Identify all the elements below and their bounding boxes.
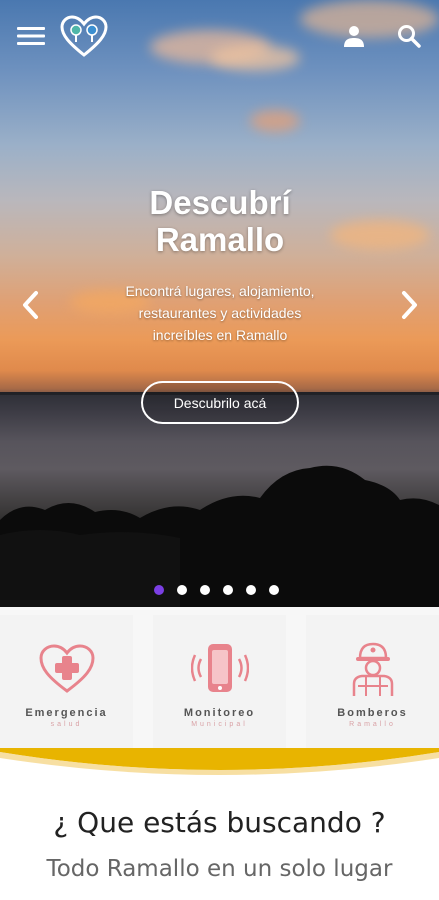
cloud [250,110,300,132]
emergency-sublabel: salud [50,721,83,728]
tree-silhouette [0,465,439,607]
search-icon[interactable] [393,20,425,52]
phone-vibrating-icon [190,641,250,697]
firefighter-icon [343,641,403,697]
hero-subtitle-line: restaurantes y actividades [138,305,302,321]
hero-title-line: Ramallo [155,221,285,258]
emergency-label: Emergencia [25,707,108,719]
chevron-right-icon[interactable] [394,288,424,322]
discover-button[interactable]: Descubrilo acá [141,381,299,424]
emergency-card[interactable]: Emergencia salud [0,615,133,749]
monitoring-sublabel: Municipal [191,721,248,728]
hero-title: Descubrí Ramallo [60,184,380,258]
carousel-dot[interactable] [154,585,164,595]
hero-subtitle: Encontrá lugares, alojamiento, restauran… [100,280,340,346]
monitoring-label: Monitoreo [183,707,256,719]
chevron-left-icon[interactable] [16,288,46,322]
carousel-dot[interactable] [269,585,279,595]
carousel-dot[interactable] [223,585,233,595]
firefighters-card[interactable]: Bomberos Ramallo [306,615,439,749]
firefighters-label: Bomberos [337,707,408,719]
hero-subtitle-line: increíbles en Ramallo [152,327,288,343]
gold-wave-divider [0,748,439,775]
firefighters-sublabel: Ramallo [349,721,396,728]
hero-title-line: Descubrí [149,184,291,221]
hero-carousel: Descubrí Ramallo Encontrá lugares, aloja… [0,0,439,607]
carousel-dot[interactable] [177,585,187,595]
carousel-indicators [154,585,279,595]
carousel-dot[interactable] [246,585,256,595]
search-section-title: ¿ Que estás buscando ? [53,806,386,839]
search-section-subtitle: Todo Ramallo en un solo lugar [46,856,393,882]
quick-access-section: Emergencia salud Monitoreo Municipal Bom… [0,607,439,753]
heart-pin-logo-icon[interactable] [58,14,110,60]
monitoring-card[interactable]: Monitoreo Municipal [153,615,286,749]
carousel-dot[interactable] [200,585,210,595]
top-bar [0,0,439,70]
hamburger-menu-icon[interactable] [14,22,48,50]
heart-medical-cross-icon [37,641,97,697]
hero-subtitle-line: Encontrá lugares, alojamiento, [125,283,315,299]
user-icon[interactable] [338,20,370,52]
